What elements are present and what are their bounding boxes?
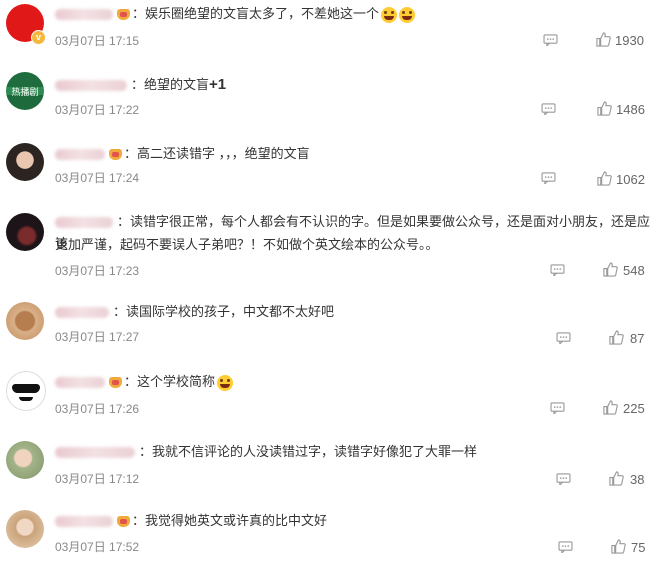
like-count: 225 (623, 401, 645, 416)
reply-icon[interactable] (550, 264, 565, 276)
reply-icon[interactable] (556, 473, 571, 485)
comment-timestamp: 03月07日 17:52 (55, 540, 140, 554)
comment-timestamp: 03月07日 17:23 (55, 264, 140, 278)
username[interactable] (55, 516, 113, 528)
member-crown-icon (109, 377, 122, 389)
laughing-emoji-icon (399, 6, 416, 23)
thumbs-up-icon[interactable] (597, 101, 612, 116)
comment-list: v ：娱乐圈绝望的文盲太多了，不差她这一个 03月07日 17:15 1930 … (0, 0, 660, 561)
like-count: 1930 (615, 33, 644, 48)
comment-timestamp: 03月07日 17:27 (55, 330, 140, 344)
member-crown-icon (109, 149, 122, 161)
member-crown-icon (117, 9, 130, 21)
comment-text: ：娱乐圈绝望的文盲太多了，不差她这一个 (132, 6, 380, 21)
username[interactable] (55, 149, 105, 161)
thumbs-up-icon[interactable] (609, 330, 624, 345)
squint-laugh-emoji-icon (217, 374, 234, 391)
avatar[interactable] (6, 143, 44, 181)
comment-text: ：读国际学校的孩子，中文都不太好吧 (113, 304, 335, 319)
verified-badge-icon: v (31, 30, 46, 45)
comment-text: ：高二还读错字 ，，，绝望的文盲 (124, 146, 310, 161)
like-count: 1486 (616, 102, 645, 117)
thumbs-up-icon[interactable] (611, 539, 626, 554)
username[interactable] (55, 217, 113, 229)
reply-icon[interactable] (543, 34, 558, 46)
reply-icon[interactable] (558, 541, 573, 553)
avatar[interactable]: 热播剧 (6, 72, 44, 110)
username[interactable] (55, 80, 127, 92)
avatar[interactable] (6, 510, 44, 548)
comment-timestamp: 03月07日 17:15 (55, 34, 140, 48)
like-count: 1062 (616, 172, 645, 187)
like-count: 548 (623, 263, 645, 278)
reply-icon[interactable] (550, 402, 565, 414)
comment-timestamp: 03月07日 17:12 (55, 472, 140, 486)
mouth-shape (19, 397, 33, 401)
sunglasses-icon (12, 384, 40, 393)
thumbs-up-icon[interactable] (596, 32, 611, 47)
comment-text-suffix: +1 (209, 76, 227, 93)
comment-timestamp: 03月07日 17:22 (55, 103, 140, 117)
thumbs-up-icon[interactable] (609, 471, 624, 486)
username[interactable] (55, 377, 105, 389)
reply-icon[interactable] (541, 172, 556, 184)
username[interactable] (55, 447, 135, 459)
thumbs-up-icon[interactable] (603, 262, 618, 277)
comment-text: ：绝望的文盲 (131, 77, 210, 92)
avatar[interactable] (6, 302, 44, 340)
reply-icon[interactable] (556, 332, 571, 344)
like-count: 75 (631, 540, 646, 555)
username[interactable] (55, 307, 109, 319)
avatar[interactable] (6, 213, 44, 251)
like-count: 38 (630, 472, 645, 487)
comment-text: ：我觉得她英文或许真的比中文好 (132, 513, 328, 528)
avatar-text: 热播剧 (11, 87, 39, 97)
avatar[interactable] (6, 371, 46, 411)
comment-text-line2: 更加严谨，起码不要误人子弟吧？！不如做个英文绘本的公众号。。 (55, 237, 439, 252)
comment-timestamp: 03月07日 17:26 (55, 402, 140, 416)
username[interactable] (55, 9, 113, 21)
comment-text: ：这个学校简称 (124, 374, 216, 389)
member-crown-icon (117, 516, 130, 528)
thumbs-up-icon[interactable] (597, 171, 612, 186)
comment-timestamp: 03月07日 17:24 (55, 171, 140, 185)
thumbs-up-icon[interactable] (603, 400, 618, 415)
comment-text: ：我就不信评论的人没读错过字，读错字好像犯了大罪一样 (139, 444, 478, 459)
avatar[interactable] (6, 441, 44, 479)
reply-icon[interactable] (541, 103, 556, 115)
like-count: 87 (630, 331, 645, 346)
laughing-emoji-icon (381, 6, 398, 23)
